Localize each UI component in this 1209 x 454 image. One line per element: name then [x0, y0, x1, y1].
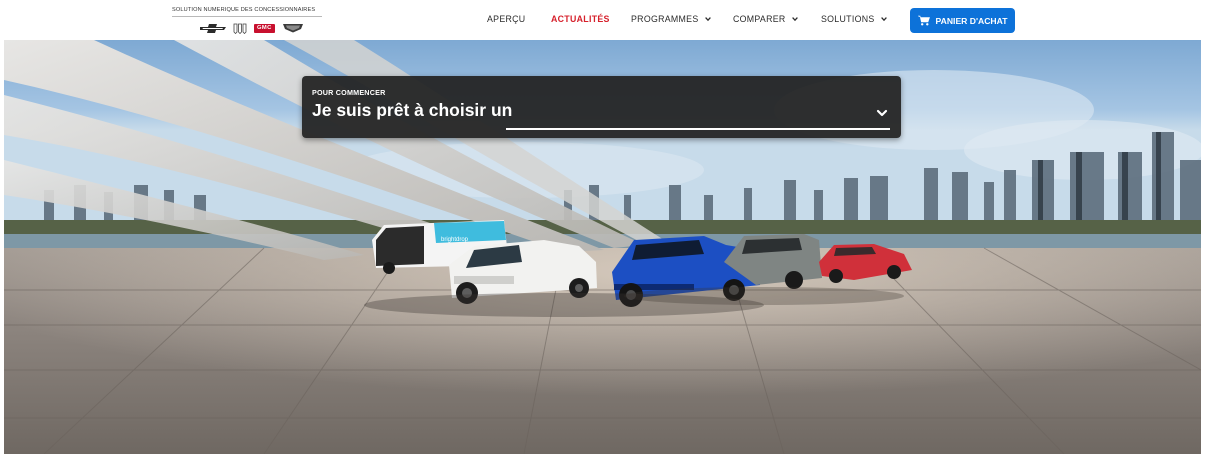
gmc-logo-icon: GMC	[254, 23, 275, 33]
nav-comparer[interactable]: COMPARER	[733, 14, 798, 24]
brand-logo[interactable]: SOLUTION NUMERIQUE DES CONCESSIONNAIRES …	[172, 5, 322, 37]
nav-apercu-label: APERÇU	[487, 14, 526, 24]
nav-comparer-label: COMPARER	[733, 14, 786, 24]
selector-title: Je suis prêt à choisir un	[312, 100, 513, 120]
van-brand-text: brightdrop	[441, 237, 469, 243]
vehicle-selector[interactable]: POUR COMMENCER Je suis prêt à choisir un	[302, 76, 901, 138]
selector-eyebrow: POUR COMMENCER	[312, 88, 386, 97]
shopping-cart-icon	[917, 15, 930, 26]
chevron-down-icon[interactable]	[876, 108, 888, 118]
nav-apercu[interactable]: APERÇU	[487, 14, 525, 24]
nav-programmes[interactable]: PROGRAMMES	[631, 14, 711, 24]
cart-button[interactable]: PANIER D'ACHAT	[910, 8, 1015, 33]
nav-actualites-label: ACTUALITÉS	[551, 14, 610, 24]
nav-solutions[interactable]: SOLUTIONS	[821, 14, 887, 24]
brand-logos: GMC	[200, 22, 304, 34]
cadillac-logo-icon	[282, 24, 303, 33]
nav-solutions-label: SOLUTIONS	[821, 14, 875, 24]
chevron-down-icon	[791, 17, 798, 22]
chevron-down-icon	[880, 17, 887, 22]
brand-divider	[172, 16, 322, 17]
cart-button-label: PANIER D'ACHAT	[935, 15, 1008, 26]
chevrolet-logo-icon	[200, 23, 226, 33]
nav-programmes-label: PROGRAMMES	[631, 14, 699, 24]
chevron-down-icon	[704, 17, 711, 22]
buick-logo-icon	[233, 23, 247, 34]
selector-dropdown-field[interactable]	[506, 128, 890, 130]
nav-actualites[interactable]: ACTUALITÉS	[551, 14, 610, 24]
site-header: SOLUTION NUMERIQUE DES CONCESSIONNAIRES …	[0, 0, 1209, 40]
brand-tagline: SOLUTION NUMERIQUE DES CONCESSIONNAIRES	[172, 7, 316, 13]
